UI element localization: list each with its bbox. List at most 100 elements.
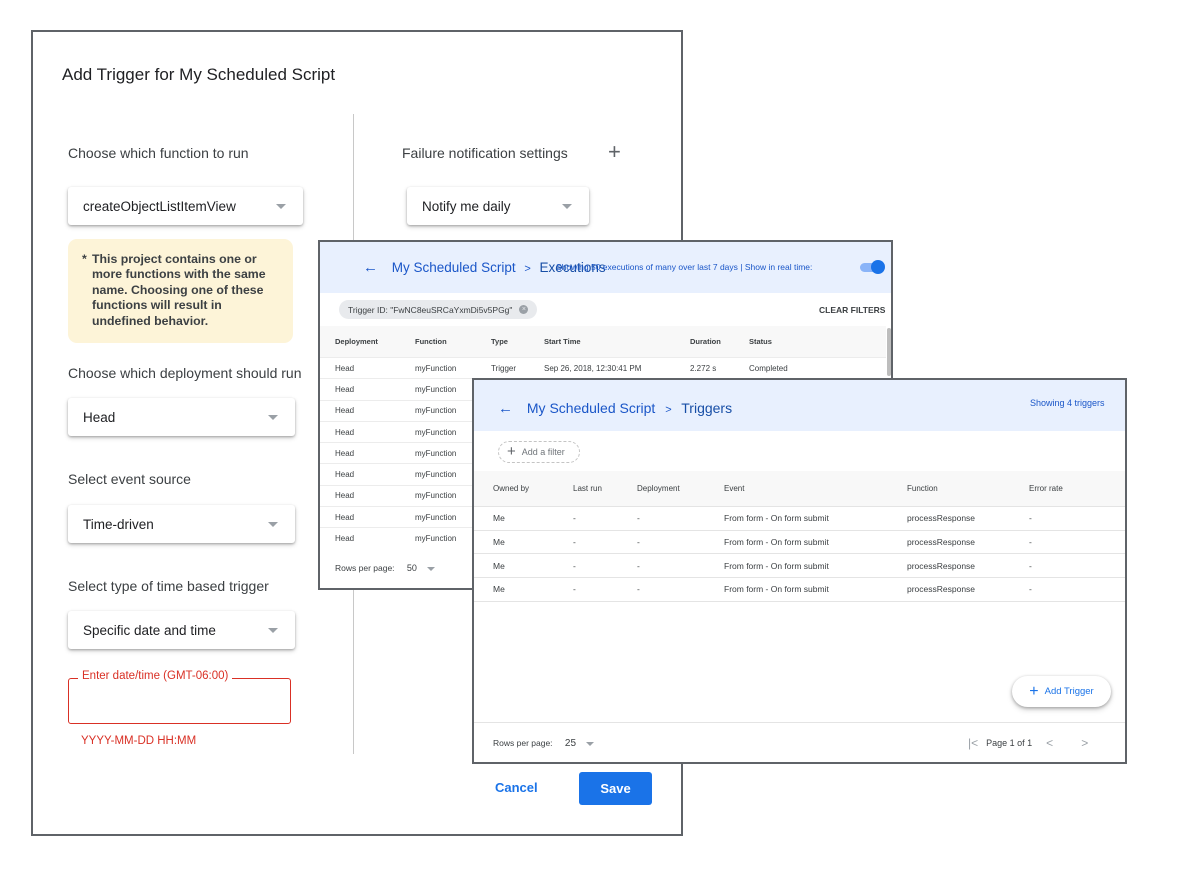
filter-chip-label: Trigger ID: "FwNC8euSRCaYxmDi5v5PGg" (348, 304, 513, 315)
table-row[interactable]: Head myFunction Trigger Sep 26, 2018, 12:30… (320, 358, 886, 380)
close-icon[interactable]: × (519, 305, 529, 314)
save-button[interactable]: Save (579, 772, 652, 805)
failure-notification-select[interactable]: Notify me daily (407, 187, 589, 225)
time-trigger-select[interactable]: Specific date and time (68, 611, 295, 649)
column-header[interactable]: Type (491, 337, 544, 346)
trigger-id-filter-chip[interactable]: Trigger ID: "FwNC8euSRCaYxmDi5v5PGg" × (339, 300, 538, 319)
event-source-select[interactable]: Time-driven (68, 505, 295, 543)
deployment-select[interactable]: Head (68, 398, 295, 436)
date-format-hint: YYYY-MM-DD HH:MM (81, 735, 197, 747)
table-cell: - (637, 584, 640, 595)
table-cell: Me (493, 537, 505, 548)
table-cell: - (573, 584, 576, 595)
table-cell: From form - On form submit (724, 537, 829, 548)
table-cell: Completed (749, 363, 788, 373)
warning-text: This project contains one or more functi… (92, 252, 266, 328)
rows-per-page-select[interactable]: 25 (565, 738, 576, 749)
deployment-label: Choose which deployment should run (68, 365, 302, 381)
warning-asterisk: * (82, 252, 87, 266)
column-header[interactable]: Error rate (1029, 484, 1119, 493)
column-header[interactable]: Last run (573, 484, 637, 493)
table-cell: Head (335, 448, 355, 458)
page-info: Page 1 of 1 (986, 738, 1033, 748)
duplicate-function-warning: * This project contains one or more func… (68, 239, 293, 343)
table-cell: From form - On form submit (724, 513, 829, 524)
clear-filters-button[interactable]: CLEAR FILTERS (819, 305, 885, 315)
function-label: Choose which function to run (68, 145, 249, 161)
realtime-toggle[interactable] (860, 260, 885, 274)
column-header[interactable]: Owned by (474, 484, 573, 493)
table-cell: processResponse (907, 584, 976, 595)
chevron-down-icon (562, 204, 572, 209)
date-time-input[interactable] (68, 678, 291, 724)
table-cell: Me (493, 560, 505, 571)
table-row[interactable]: Me - - From form - On form submit processRes… (474, 507, 1125, 531)
table-cell: Head (335, 363, 355, 373)
table-cell: - (1029, 560, 1032, 571)
prev-page-icon[interactable]: < (1046, 736, 1053, 750)
add-notification-icon[interactable]: + (608, 141, 621, 163)
function-select[interactable]: createObjectListItemView (68, 187, 303, 225)
column-header[interactable]: Function (415, 337, 491, 346)
function-select-value: createObjectListItemView (83, 198, 236, 214)
table-cell: - (1029, 513, 1032, 524)
column-header[interactable]: Duration (690, 337, 749, 346)
breadcrumb-project[interactable]: My Scheduled Script (527, 400, 655, 416)
column-header[interactable]: Function (907, 484, 1029, 493)
pagination: |< Page 1 of 1 < > (968, 736, 1088, 750)
rows-per-page-label: Rows per page: (493, 738, 553, 748)
column-header[interactable]: Status (749, 337, 829, 346)
table-cell: Trigger (491, 363, 517, 373)
table-cell: processResponse (907, 513, 976, 524)
breadcrumb-project[interactable]: My Scheduled Script (392, 260, 516, 275)
table-cell: - (573, 560, 576, 571)
table-header-row: Owned by Last run Deployment Event Funct… (474, 471, 1125, 507)
breadcrumb-separator: > (665, 404, 672, 416)
breadcrumb-current: Triggers (681, 400, 733, 416)
table-header-row: Deployment Function Type Start Time Dura… (320, 326, 886, 358)
table-row[interactable]: Me - - From form - On form submit processRes… (474, 578, 1125, 602)
plus-icon: + (507, 443, 516, 460)
chevron-down-icon[interactable] (586, 741, 595, 746)
triggers-panel: ← My Scheduled Script > Triggers Showing… (472, 378, 1127, 764)
table-cell: myFunction (415, 363, 457, 373)
event-source-select-value: Time-driven (83, 516, 154, 532)
triggers-breadcrumb: ← My Scheduled Script > Triggers (498, 400, 732, 417)
table-cell: 2.272 s (690, 363, 717, 373)
table-row[interactable]: Me - - From form - On form submit processRes… (474, 531, 1125, 555)
table-row[interactable]: Me - - From form - On form submit processRes… (474, 554, 1125, 579)
table-cell: processResponse (907, 560, 976, 571)
table-cell: Head (335, 470, 355, 480)
table-cell: Sep 26, 2018, 12:30:41 PM (544, 363, 642, 373)
table-cell: - (573, 513, 576, 524)
scrollbar[interactable] (887, 328, 891, 376)
add-trigger-label: Add Trigger (1044, 686, 1094, 697)
date-time-input-label: Enter date/time (GMT-06:00) (78, 670, 233, 682)
table-cell: - (1029, 537, 1032, 548)
table-cell: - (637, 513, 640, 524)
chevron-down-icon (268, 522, 278, 527)
table-cell: Me (493, 513, 505, 524)
back-arrow-icon[interactable]: ← (498, 400, 513, 417)
add-filter-label: Add a filter (521, 447, 565, 457)
chevron-down-icon (268, 415, 278, 420)
chevron-down-icon (276, 204, 286, 209)
rows-per-page: Rows per page: 50 (335, 563, 436, 573)
rows-per-page-select[interactable]: 50 (407, 563, 417, 573)
table-cell: - (637, 560, 640, 571)
column-header[interactable]: Deployment (637, 484, 724, 493)
column-header[interactable]: Deployment (320, 337, 415, 346)
first-page-icon[interactable]: |< (968, 736, 978, 750)
table-cell: From form - On form submit (724, 584, 829, 595)
column-header[interactable]: Event (724, 484, 907, 493)
cancel-button[interactable]: Cancel (495, 780, 538, 795)
add-filter-button[interactable]: + Add a filter (498, 441, 580, 463)
column-header[interactable]: Start Time (544, 337, 690, 346)
time-trigger-select-value: Specific date and time (83, 622, 216, 638)
next-page-icon[interactable]: > (1081, 736, 1088, 750)
add-trigger-button[interactable]: + Add Trigger (1012, 676, 1111, 707)
toggle-knob (871, 260, 885, 274)
back-arrow-icon[interactable]: ← (363, 259, 378, 276)
failure-notification-label: Failure notification settings (402, 145, 568, 161)
chevron-down-icon[interactable] (427, 566, 436, 571)
